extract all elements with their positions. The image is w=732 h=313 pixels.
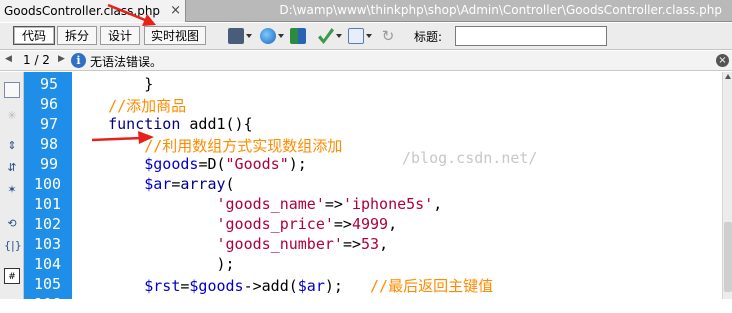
design-view-button[interactable]: 设计 [100,26,140,45]
code-line[interactable]: 'goods_number'=>53, [72,235,389,253]
code-line[interactable]: } [72,75,153,93]
select-parent-tag-icon[interactable]: ⟲ [4,216,20,232]
line-number: 106 [34,295,62,313]
info-icon: i [71,53,86,68]
code-line[interactable]: //添加商品 [72,95,186,116]
line-number: 95 [39,75,58,93]
vertical-scrollbar[interactable] [722,72,732,299]
syntax-status-message: 无语法错误。 [90,55,163,69]
code-line[interactable]: //利用数组方式实现数组添加 [72,135,342,156]
title-label: 标题: [414,30,443,44]
document-tab-bar: GoodsController.class.php × D:\wamp\www\… [0,0,732,22]
document-toolbar: 代码 拆分 设计 实时视图 ↻ 标题: [0,23,732,50]
refresh-icon[interactable]: ↻ [380,28,396,44]
title-input[interactable] [455,26,607,46]
code-line[interactable]: 'goods_name'=>'iphone5s', [72,195,443,213]
document-tab[interactable]: GoodsController.class.php × [0,0,186,22]
code-line[interactable]: 'goods_price'=>4999, [72,215,398,233]
line-number: 103 [34,235,62,253]
code-line[interactable]: function add1(){ [72,115,253,133]
file-management-dropdown-icon[interactable] [246,34,252,38]
file-management-icon[interactable] [228,28,244,44]
coding-toolbar: ✳ ⇕ ⇵ ✶ ⟲ {|} # [0,72,24,299]
code-line[interactable]: ); [72,255,234,273]
code-editor[interactable]: /blog.csdn.net/ } //添加商品 function add1()… [72,72,722,299]
line-numbers-icon[interactable]: # [4,268,20,284]
validate-dropdown-icon[interactable] [336,34,342,38]
line-number: 102 [34,215,62,233]
preview-dropdown-icon[interactable] [278,34,284,38]
syntax-info-bar: ◀ 1 / 2 ▶ i 无语法错误。 × [0,51,732,71]
close-infobar-icon[interactable]: × [716,54,729,67]
line-number: 104 [34,255,62,273]
scrollbar-thumb[interactable] [724,222,732,292]
line-number: 99 [39,155,58,173]
previous-error-icon[interactable]: ◀ [5,54,12,64]
live-view-button[interactable]: 实时视图 [144,26,206,45]
next-error-icon[interactable]: ▶ [58,54,65,64]
check-page-icon[interactable] [348,28,364,44]
code-line[interactable]: $ar=array( [72,175,234,193]
line-number: 105 [34,275,62,293]
refresh-sync-icon[interactable] [290,28,306,44]
code-view-button[interactable]: 代码 [13,26,55,45]
expand-all-icon[interactable]: ✶ [4,182,20,198]
line-number: 97 [39,115,58,133]
line-number: 96 [39,95,58,113]
scroll-up-icon[interactable] [725,74,731,79]
check-page-dropdown-icon[interactable] [366,34,372,38]
line-number: 98 [39,135,58,153]
open-documents-icon[interactable] [4,82,20,98]
error-page-indicator: 1 / 2 [23,53,50,67]
split-view-button[interactable]: 拆分 [57,26,97,45]
collapse-full-tag-icon[interactable]: ⇕ [4,138,20,154]
close-tab-icon[interactable]: × [170,3,181,18]
code-line[interactable]: $rst=$goods->add($ar); //最后返回主键值 [72,275,493,296]
preview-globe-icon[interactable] [260,28,276,44]
line-number: 101 [34,195,62,213]
file-path: D:\wamp\www\thinkphp\shop\Admin\Controll… [279,3,722,17]
line-number-gutter: 95 96 97 98 99 100 101 102 103 104 105 1… [24,72,72,313]
code-line[interactable]: $goods=D("Goods"); [72,155,307,173]
collapse-selection-icon[interactable]: ⇵ [4,160,20,176]
validate-icon[interactable] [318,28,334,44]
show-code-navigator-icon[interactable]: ✳ [4,108,20,124]
balance-braces-icon[interactable]: {|} [4,238,22,254]
line-number: 100 [34,175,62,193]
watermark: /blog.csdn.net/ [402,149,538,167]
tab-filename: GoodsController.class.php [4,4,161,18]
